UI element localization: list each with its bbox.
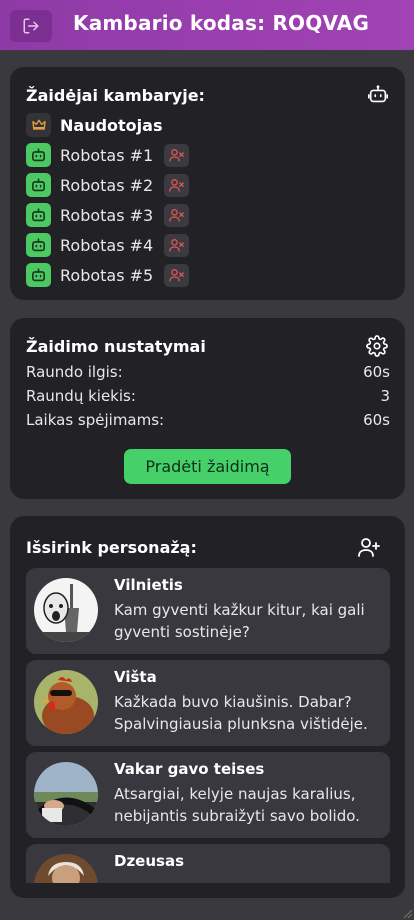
bot-badge [26, 173, 51, 197]
character-card[interactable]: Dzeusas [26, 844, 390, 883]
setting-round-count: Raundų kiekis: 3 [26, 387, 390, 409]
add-character-button[interactable] [357, 535, 381, 559]
start-game-button[interactable]: Pradėti žaidimą [124, 449, 291, 484]
players-title: Žaidėjai kambaryje: [26, 86, 205, 105]
kick-player-button[interactable] [164, 143, 190, 167]
setting-guess-time: Laikas spėjimams: 60s [26, 411, 390, 433]
robot-icon [32, 147, 45, 161]
character-name: Višta [114, 668, 157, 686]
remove-user-icon [169, 239, 185, 252]
character-name: Dzeusas [114, 852, 185, 870]
remove-user-icon [169, 209, 185, 222]
robot-icon [368, 85, 388, 103]
room-code-title: Kambario kodas: ROQVAG [73, 11, 370, 35]
host-badge [26, 113, 51, 137]
player-row-bot: Robotas #4 [26, 233, 190, 257]
kick-player-button[interactable] [164, 233, 190, 257]
setting-round-length: Raundo ilgis: 60s [26, 363, 390, 385]
character-avatar [34, 578, 98, 642]
remove-user-icon [169, 269, 185, 282]
character-avatar [34, 670, 98, 734]
player-row-bot: Robotas #5 [26, 263, 190, 287]
player-name: Robotas #5 [60, 265, 154, 285]
kick-player-button[interactable] [164, 173, 190, 197]
character-card[interactable]: Višta Kažkada buvo kiaušinis. Dabar? Spa… [26, 660, 390, 746]
players-panel: Žaidėjai kambaryje: Naudotojas Robotas #… [10, 67, 405, 300]
setting-label: Laikas spėjimams: [26, 411, 165, 429]
character-name: Vakar gavo teises [114, 760, 265, 778]
robot-icon [32, 177, 45, 191]
bot-badge [26, 233, 51, 257]
robot-icon [32, 237, 45, 251]
character-card[interactable]: Vilnietis Kam gyventi kažkur kitur, kai … [26, 568, 390, 654]
setting-label: Raundo ilgis: [26, 363, 123, 381]
add-user-icon [358, 538, 380, 557]
gear-icon [366, 335, 388, 357]
characters-panel: Išsirink personažą: Vilnietis Kam gyvent… [10, 516, 405, 898]
robot-icon [32, 267, 45, 281]
remove-user-icon [169, 149, 185, 162]
app-header: Kambario kodas: ROQVAG [0, 0, 414, 50]
player-row-host: Naudotojas [26, 113, 162, 137]
settings-title: Žaidimo nustatymai [26, 337, 206, 356]
player-name: Robotas #1 [60, 145, 154, 165]
settings-panel: Žaidimo nustatymai Raundo ilgis: 60s Rau… [10, 318, 405, 499]
kick-player-button[interactable] [164, 203, 190, 227]
player-row-bot: Robotas #3 [26, 203, 190, 227]
player-name: Robotas #3 [60, 205, 154, 225]
kick-player-button[interactable] [164, 263, 190, 287]
player-name: Robotas #2 [60, 175, 154, 195]
character-card[interactable]: Vakar gavo teises Atsargiai, kelyje nauj… [26, 752, 390, 838]
setting-value: 60s [363, 363, 390, 381]
character-name: Vilnietis [114, 576, 183, 594]
player-row-bot: Robotas #1 [26, 143, 190, 167]
setting-label: Raundų kiekis: [26, 387, 136, 405]
add-bot-button[interactable] [366, 83, 390, 107]
robot-icon [32, 207, 45, 221]
player-name: Robotas #4 [60, 235, 154, 255]
player-row-bot: Robotas #2 [26, 173, 190, 197]
bot-badge [26, 263, 51, 287]
bot-badge [26, 143, 51, 167]
setting-value: 3 [380, 387, 390, 405]
character-description: Kažkada buvo kiaušinis. Dabar? Spalvingi… [114, 693, 368, 733]
resize-grip-icon[interactable] [402, 908, 412, 918]
leave-room-button[interactable] [10, 10, 52, 42]
characters-title: Išsirink personažą: [26, 538, 197, 557]
remove-user-icon [169, 179, 185, 192]
character-list[interactable]: Vilnietis Kam gyventi kažkur kitur, kai … [10, 567, 405, 883]
character-avatar [34, 854, 98, 883]
character-description: Atsargiai, kelyje naujas karalius, nebij… [114, 785, 360, 825]
logout-icon [23, 18, 39, 34]
crown-icon [31, 119, 46, 130]
character-avatar [34, 762, 98, 826]
player-name: Naudotojas [60, 115, 163, 135]
character-description: Kam gyventi kažkur kitur, kai gali gyven… [114, 601, 365, 641]
settings-button[interactable] [365, 334, 389, 358]
bot-badge [26, 203, 51, 227]
setting-value: 60s [363, 411, 390, 429]
